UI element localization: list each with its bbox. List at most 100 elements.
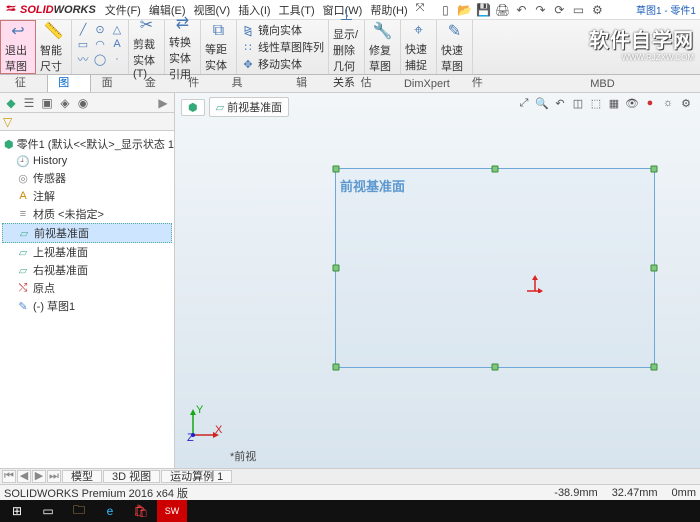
- tree-material[interactable]: ≡材质 <未指定>: [2, 205, 172, 223]
- tree-annotations[interactable]: A注解: [2, 187, 172, 205]
- taskview-icon[interactable]: ▭: [33, 500, 63, 522]
- exit-sketch-button[interactable]: ↩ 退出草图: [0, 20, 36, 74]
- breadcrumb-part-icon[interactable]: ⬢: [181, 99, 205, 116]
- undo-icon[interactable]: ↶: [513, 2, 529, 18]
- rect-tool[interactable]: ▭◠A: [76, 37, 124, 51]
- display-style-icon[interactable]: ▦: [606, 95, 622, 111]
- convert-button[interactable]: ⇄ 转换实体引用: [165, 20, 201, 74]
- handle-bl[interactable]: [333, 364, 340, 371]
- status-z: 0mm: [672, 487, 696, 499]
- svg-text:X: X: [215, 424, 223, 436]
- trim-button[interactable]: ✂ 剪裁实体(T): [129, 20, 165, 74]
- watermark: 软件自学网 WWW.RJZXW.COM: [589, 24, 694, 62]
- zoom-area-icon[interactable]: 🔍: [534, 95, 550, 111]
- select-icon[interactable]: ▭: [570, 2, 586, 18]
- edge-icon[interactable]: e: [95, 500, 125, 522]
- open-icon[interactable]: 📂: [456, 2, 472, 18]
- tab-nav-prev-icon[interactable]: ◀: [17, 470, 31, 483]
- move-button[interactable]: ✥移动实体: [241, 56, 324, 72]
- fm-tab-dimxpert-icon[interactable]: ◈: [57, 95, 73, 111]
- handle-br[interactable]: [651, 364, 658, 371]
- tree-sketch1[interactable]: ✎(-) 草图1: [2, 297, 172, 315]
- quick-access-toolbar: ▯ 📂 💾 🖨 ↶ ↷ ⟳ ▭ ⚙: [437, 2, 605, 18]
- hide-show-icon[interactable]: 👁: [624, 95, 640, 111]
- status-y: 32.47mm: [612, 487, 658, 499]
- offset-button[interactable]: ⧉ 等距实体: [201, 20, 237, 74]
- mirror-button[interactable]: ⧎镜向实体: [241, 22, 324, 38]
- sketch-entities-group: ╱⊙△ ▭◠A 〰◯·: [72, 20, 129, 74]
- breadcrumb-plane[interactable]: ▱前视基准面: [209, 97, 289, 117]
- tab-nav-first-icon[interactable]: ⏮: [2, 470, 16, 483]
- offset-icon: ⧉: [208, 22, 230, 40]
- spline-tool[interactable]: 〰◯·: [76, 52, 124, 66]
- fm-tab-display-icon[interactable]: ◉: [75, 95, 91, 111]
- menu-insert[interactable]: 插入(I): [235, 1, 273, 19]
- handle-ml[interactable]: [333, 265, 340, 272]
- line-tool[interactable]: ╱⊙△: [76, 22, 124, 36]
- handle-tc[interactable]: [492, 166, 499, 173]
- tab-motion[interactable]: 运动算例 1: [161, 470, 232, 483]
- appearance-icon[interactable]: ●: [642, 95, 658, 111]
- sw-task-icon[interactable]: SW: [157, 500, 187, 522]
- status-bar: SOLIDWORKS Premium 2016 x64 版 -38.9mm 32…: [0, 484, 700, 500]
- quick-snap-button[interactable]: ⌖ 快速捕捉: [401, 20, 437, 74]
- windows-taskbar: ⊞ ▭ 🗀 e 🛍 SW: [0, 500, 700, 522]
- new-icon[interactable]: ▯: [437, 2, 453, 18]
- sketch-origin-icon: [525, 273, 545, 296]
- view-orient-icon[interactable]: ⬚: [588, 95, 604, 111]
- print-icon[interactable]: 🖨: [494, 2, 510, 18]
- save-icon[interactable]: 💾: [475, 2, 491, 18]
- linear-pattern-button[interactable]: ∷线性草图阵列: [241, 39, 324, 55]
- tab-nav-last-icon[interactable]: ⏭: [47, 470, 61, 483]
- bottom-tabs: ⏮ ◀ ▶ ⏭ 模型 3D 视图 运动算例 1: [0, 468, 700, 484]
- tree-sensors[interactable]: ◎传感器: [2, 169, 172, 187]
- fm-tab-config-icon[interactable]: ▣: [39, 95, 55, 111]
- handle-bc[interactable]: [492, 364, 499, 371]
- options-icon[interactable]: ⚙: [589, 2, 605, 18]
- scene-icon[interactable]: ☼: [660, 95, 676, 111]
- sketch-plane-outline[interactable]: [335, 168, 655, 368]
- explorer-icon[interactable]: 🗀: [64, 500, 94, 522]
- prev-view-icon[interactable]: ↶: [552, 95, 568, 111]
- tree-right-plane[interactable]: ▱右视基准面: [2, 261, 172, 279]
- handle-tr[interactable]: [651, 166, 658, 173]
- store-icon[interactable]: 🛍: [126, 500, 156, 522]
- start-button[interactable]: ⊞: [2, 500, 32, 522]
- menu-view[interactable]: 视图(V): [191, 1, 234, 19]
- tab-dimxpert[interactable]: DimXpert: [393, 75, 461, 92]
- view-triad[interactable]: Y X Z: [185, 403, 225, 446]
- tree-front-plane[interactable]: ▱前视基准面: [2, 223, 172, 243]
- tab-model[interactable]: 模型: [62, 470, 102, 483]
- app-logo: SOLIDWORKS: [4, 3, 96, 17]
- menu-pin-icon[interactable]: ⤧: [413, 1, 428, 19]
- fm-tab-tree-icon[interactable]: ◆: [3, 95, 19, 111]
- feature-manager-panel: ◆ ☰ ▣ ◈ ◉ ▶ ▽ ⬢零件1 (默认<<默认>_显示状态 1>) 🕘Hi…: [0, 93, 175, 468]
- tree-top-plane[interactable]: ▱上视基准面: [2, 243, 172, 261]
- tab-3dview[interactable]: 3D 视图: [103, 470, 160, 483]
- fm-collapse-icon[interactable]: ▶: [155, 95, 171, 111]
- graphics-viewport[interactable]: ⬢ ▱前视基准面 ⤢ 🔍 ↶ ◫ ⬚ ▦ 👁 ● ☼ ⚙ 前视基准面: [175, 93, 700, 468]
- tree-origin[interactable]: ⤭原点: [2, 279, 172, 297]
- feature-tree[interactable]: ⬢零件1 (默认<<默认>_显示状态 1>) 🕘History ◎传感器 A注解…: [0, 131, 174, 468]
- tree-root[interactable]: ⬢零件1 (默认<<默认>_显示状态 1>): [2, 135, 172, 153]
- menu-tools[interactable]: 工具(T): [276, 1, 318, 19]
- handle-tl[interactable]: [333, 166, 340, 173]
- zoom-fit-icon[interactable]: ⤢: [516, 95, 532, 111]
- view-settings-icon[interactable]: ⚙: [678, 95, 694, 111]
- rebuild-icon[interactable]: ⟳: [551, 2, 567, 18]
- tree-history[interactable]: 🕘History: [2, 153, 172, 169]
- repair-icon: 🔧: [372, 21, 394, 41]
- smart-dimension-button[interactable]: 📏 智能尺寸: [36, 20, 72, 74]
- fm-tab-property-icon[interactable]: ☰: [21, 95, 37, 111]
- viewport-orientation-label: *前视: [230, 448, 256, 464]
- filter-icon[interactable]: ▽: [3, 115, 12, 129]
- section-icon[interactable]: ◫: [570, 95, 586, 111]
- relations-button[interactable]: ⊥ 显示/删除几何关系: [329, 20, 365, 74]
- tab-nav-next-icon[interactable]: ▶: [32, 470, 46, 483]
- repair-button[interactable]: 🔧 修复草图: [365, 20, 401, 74]
- menu-help[interactable]: 帮助(H): [367, 1, 410, 19]
- redo-icon[interactable]: ↷: [532, 2, 548, 18]
- document-tab[interactable]: 草图1 - 零件1: [636, 2, 696, 17]
- handle-mr[interactable]: [651, 265, 658, 272]
- rapid-sketch-button[interactable]: ✎ 快速草图: [437, 20, 473, 74]
